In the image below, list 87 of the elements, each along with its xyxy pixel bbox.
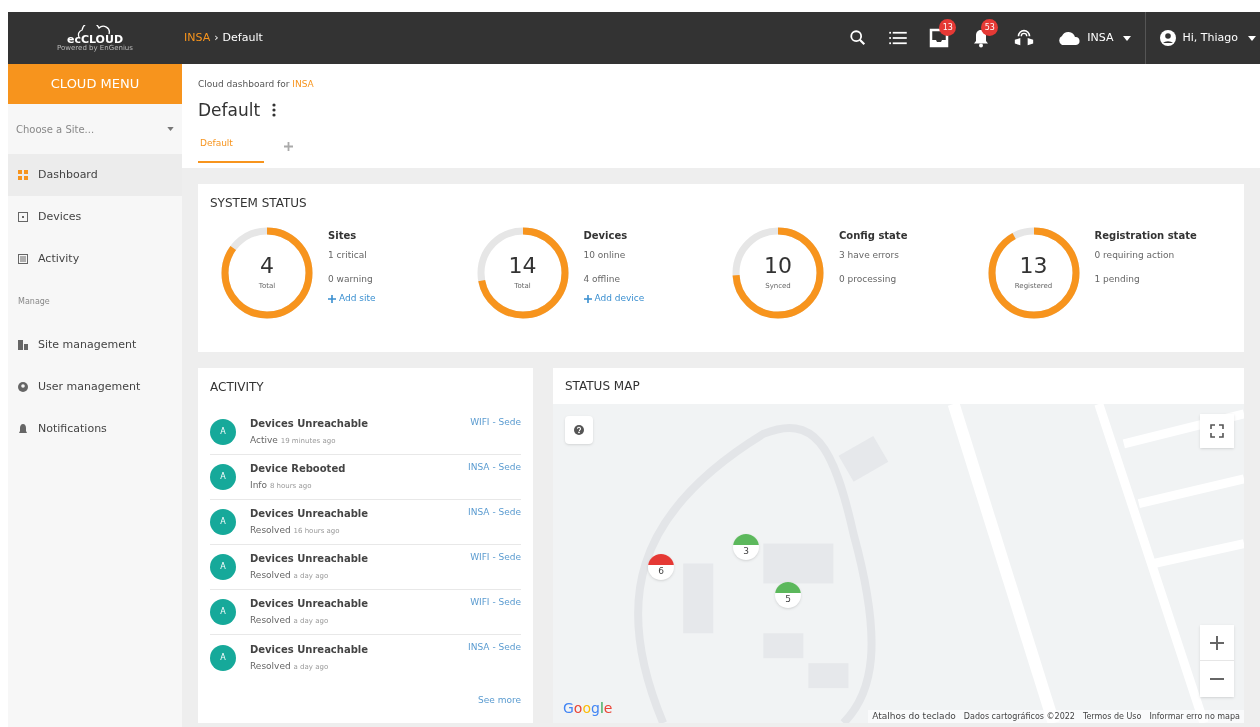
caret-icon [1123,35,1132,41]
stat-line: 0 requiring action [1094,249,1176,262]
avatar: A [210,554,236,580]
building-icon [18,340,28,350]
map-attribution-text[interactable]: Informar erro no mapa [1149,711,1240,723]
minus-icon [1210,678,1224,680]
avatar: A [210,644,236,671]
map-attribution-link[interactable]: Atalhos do teclado [872,709,956,723]
breadcrumb-text: Default [222,29,263,46]
page-title: Default [198,98,261,122]
activity-title: Devices Unreachable [250,417,370,432]
stat-line: 0 warning [328,272,374,286]
stat-line: 1 pending [1094,272,1141,286]
activity-title: Device Rebooted [250,462,347,477]
activity-title: Devices Unreachable [250,507,370,522]
menu-title: CLOUD MENU [8,64,182,104]
stat-name: Config state [839,229,908,243]
activity-title: Devices Unreachable [250,597,370,612]
site-link[interactable]: WIFI - Sede [470,596,521,610]
stat-name: Sites [328,229,358,243]
avatar: A [210,599,236,625]
count-badge: 53 [981,19,999,36]
site-link[interactable]: WIFI - Sede [470,551,521,565]
plus-icon [583,294,592,303]
card-title: ACTIVITY [210,379,265,396]
map-attribution-text[interactable]: Termos de Uso [1082,711,1142,723]
stat-name: Devices [583,229,629,243]
cloud-icon [1057,31,1082,45]
stat-line: 4 offline [583,272,622,286]
activity-title: Devices Unreachable [250,552,370,567]
sidebar-item[interactable]: Devices [8,196,182,238]
logo-text: ecCLOUD [66,33,124,45]
caret-icon [1248,35,1256,41]
sidebar-item[interactable]: User management [8,366,182,408]
calendar-icon [18,254,28,264]
stat-line: 3 have errors [839,249,900,262]
google-logo: Google [563,699,613,718]
help-icon [574,425,584,435]
stat-line: 0 processing [839,272,898,286]
organization-dropdown[interactable]: INSA [1057,29,1146,47]
site-link[interactable]: WIFI - Sede [470,416,521,430]
grid-icon [18,170,28,180]
add-link[interactable]: Add site [328,292,376,306]
plus-icon [328,294,336,303]
see-more-link[interactable]: See more [478,694,521,708]
search-icon[interactable] [849,29,868,47]
count-badge: 13 [939,19,957,36]
add-link[interactable]: Add device [583,292,645,306]
inbox-icon[interactable] [929,28,950,48]
site-link[interactable]: INSA - Sede [468,641,521,655]
avatar: A [210,419,236,445]
bell-icon [18,424,28,434]
gauge-value: 14 [508,254,537,277]
stat-line: 1 critical [328,249,368,262]
caret-icon [167,127,174,131]
fullscreen-icon [1210,424,1224,438]
card-title: STATUS MAP [564,378,641,395]
card-title: SYSTEM STATUS [210,195,308,212]
section-label: Manage [17,296,51,308]
breadcrumb-link[interactable]: INSA [184,29,211,47]
user-icon [18,382,28,392]
gauge-value: 10 [764,254,792,277]
activity-title: Devices Unreachable [250,642,370,657]
site-link[interactable]: INSA - Sede [468,461,521,475]
speaker-icon[interactable] [1013,28,1036,48]
sidebar-item[interactable]: Dashboard [8,154,182,196]
fullscreen-button[interactable] [1200,414,1234,448]
square-icon [18,212,28,222]
stat-line: 10 online [583,249,627,262]
sidebar-item[interactable]: Notifications [8,408,182,450]
breadcrumb-text: › [214,29,219,46]
user-icon [1160,30,1177,46]
stat-name: Registration state [1094,229,1197,243]
list-icon[interactable] [889,31,908,45]
site-link[interactable]: INSA - Sede [468,506,521,520]
user-menu[interactable]: Hi, Thiago [1146,29,1260,47]
more-icon[interactable] [272,103,277,118]
map-attribution-text: Dados cartográficos ©2022 [963,711,1075,723]
avatar: A [210,509,236,535]
gauge-value: 13 [1019,254,1048,277]
gauge-value: 4 [260,254,274,277]
page-subtitle: Cloud dashboard for INSA [198,78,315,91]
avatar: A [210,464,236,490]
sidebar-item[interactable]: Site management [8,324,182,366]
help-button[interactable] [565,416,593,444]
plus-icon [1210,635,1224,650]
sidebar-item[interactable]: Activity [8,238,182,280]
